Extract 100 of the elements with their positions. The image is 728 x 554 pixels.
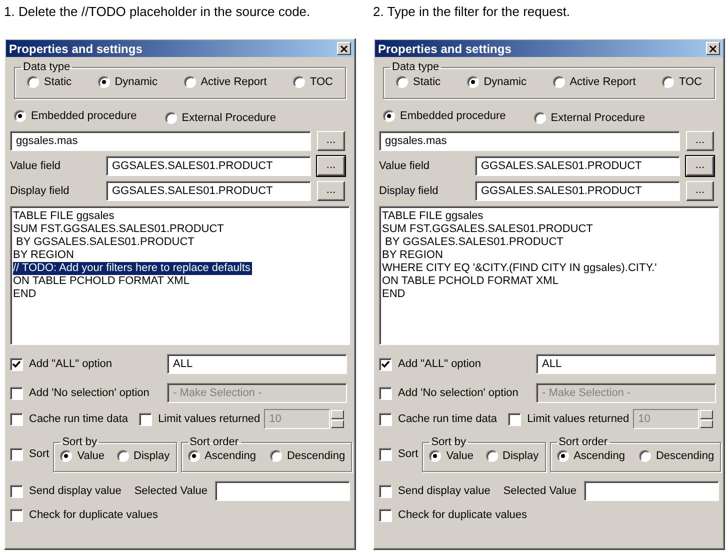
code-line: ON TABLE PCHOLD FORMAT XML <box>382 275 560 288</box>
browse-button[interactable]: ... <box>317 156 345 176</box>
close-button[interactable] <box>337 42 351 55</box>
checkbox[interactable] <box>379 448 392 460</box>
checkbox[interactable] <box>379 484 392 498</box>
radio-label: Value <box>446 450 474 462</box>
checkbox[interactable] <box>10 508 23 522</box>
code-editor[interactable]: TABLE FILE ggsales SUM FST.GGSALES.SALES01.PRODUCT BY GGSALES.SALES01.PRODUCT BY REGION WHERE CITY EQ '&CITY.(FIND CITY IN ggsales).CITY.' ON TABLE PCHOLD FORMAT XML END <box>379 206 719 345</box>
checkbox-label: Send display value <box>398 485 490 497</box>
checkbox-label: Add 'No selection' option <box>398 387 518 399</box>
field-label: Value field <box>379 160 431 172</box>
close-icon[interactable] <box>709 44 717 52</box>
radio-label: Value <box>77 450 105 462</box>
close-button[interactable] <box>706 42 720 55</box>
radio-button[interactable] <box>98 76 110 88</box>
radio-button[interactable] <box>184 76 196 88</box>
code-line: BY REGION <box>13 249 75 262</box>
radio-label: Descending <box>286 450 346 462</box>
radio-button[interactable] <box>429 450 442 462</box>
browse-button[interactable]: ... <box>686 131 714 151</box>
checkbox-label: Cache run time data <box>29 413 128 425</box>
text-field[interactable]: GGSALES.SALES01.PRODUCT <box>475 181 680 201</box>
text-field[interactable]: GGSALES.SALES01.PRODUCT <box>106 181 311 201</box>
checkbox[interactable] <box>10 386 23 400</box>
checkbox[interactable] <box>379 358 392 370</box>
radio-button[interactable] <box>14 110 26 122</box>
master-file-field[interactable]: ggsales.mas <box>10 131 311 151</box>
radio-button[interactable] <box>638 450 651 462</box>
checkbox[interactable] <box>508 412 522 426</box>
text-field[interactable]: ALL <box>536 354 716 374</box>
checkbox[interactable] <box>379 412 392 426</box>
radio-label: Active Report <box>570 76 636 88</box>
group-label: Sort order <box>188 436 240 448</box>
radio-button[interactable] <box>270 450 282 462</box>
radio-button[interactable] <box>188 450 200 462</box>
radio-button[interactable] <box>552 76 565 88</box>
radio-button[interactable] <box>534 112 546 124</box>
radio-button[interactable] <box>27 76 39 88</box>
radio-button[interactable] <box>60 450 72 462</box>
master-file-field[interactable]: ggsales.mas <box>379 131 680 151</box>
group-label: Sort by <box>61 436 98 448</box>
radio-label: Dynamic <box>114 76 158 88</box>
text-field[interactable] <box>214 481 350 501</box>
checkbox-label: Add "ALL" option <box>29 358 112 370</box>
radio-button[interactable] <box>383 110 395 122</box>
code-editor[interactable]: TABLE FILE ggsales SUM FST.GGSALES.SALES01.PRODUCT BY GGSALES.SALES01.PRODUCT BY REGION // TODO: Add your filters here to replace defaults ON TABLE PCHOLD FORMAT XML END <box>10 206 350 345</box>
checkbox[interactable] <box>379 386 392 400</box>
code-line: BY REGION <box>382 249 444 262</box>
radio-button[interactable] <box>292 76 305 88</box>
radio-label: Dynamic <box>484 76 527 88</box>
radio-label: Ascending <box>204 450 256 462</box>
browse-button[interactable]: ... <box>317 181 345 201</box>
radio-button[interactable] <box>164 112 177 124</box>
close-icon[interactable] <box>340 44 348 52</box>
text-field[interactable]: ALL <box>167 354 347 374</box>
field-label: Selected Value <box>503 485 577 497</box>
text-field[interactable] <box>584 481 719 501</box>
checkbox-label: Cache run time data <box>398 413 498 425</box>
radio-label: Active Report <box>200 76 267 88</box>
code-line: TABLE FILE ggsales <box>382 210 484 223</box>
browse-button[interactable]: ... <box>317 131 345 151</box>
radio-label: Descending <box>656 450 714 462</box>
checkbox-label: Check for duplicate values <box>29 509 158 521</box>
checkbox[interactable] <box>139 412 152 426</box>
checkbox[interactable] <box>10 358 23 370</box>
step-caption: 2. Type in the filter for the request. <box>373 3 572 21</box>
spinner-arrows-icon[interactable] <box>331 410 344 428</box>
spinner-arrows-icon[interactable] <box>700 410 714 428</box>
browse-button[interactable]: ... <box>686 181 714 201</box>
checkbox[interactable] <box>10 484 23 498</box>
code-line: END <box>382 288 406 301</box>
text-field[interactable]: GGSALES.SALES01.PRODUCT <box>475 156 680 176</box>
checkbox-label: Add 'No selection' option <box>29 387 150 399</box>
text-field[interactable]: GGSALES.SALES01.PRODUCT <box>106 156 311 176</box>
code-line: END <box>13 288 38 301</box>
radio-label: TOC <box>310 76 333 88</box>
checkbox[interactable] <box>10 412 23 426</box>
checkbox[interactable] <box>379 508 392 522</box>
checkbox-label: Limit values returned <box>158 413 260 425</box>
radio-label: Embedded procedure <box>400 110 506 122</box>
browse-button[interactable]: ... <box>686 156 714 176</box>
checkbox[interactable] <box>10 448 23 460</box>
code-line: TABLE FILE ggsales <box>13 210 116 223</box>
group-label: Sort order <box>558 436 609 448</box>
step-caption: 1. Delete the //TODO placeholder in the source code. <box>4 3 312 21</box>
radio-label: Display <box>502 450 539 462</box>
code-line: ON TABLE PCHOLD FORMAT XML <box>13 275 190 288</box>
radio-button[interactable] <box>662 76 674 88</box>
radio-label: Display <box>134 450 170 462</box>
radio-button[interactable] <box>116 450 129 462</box>
group-label: Data type <box>22 61 72 73</box>
radio-button[interactable] <box>466 76 479 88</box>
radio-button[interactable] <box>486 450 498 462</box>
radio-label: Static <box>413 76 441 88</box>
checkbox-label: Limit values returned <box>527 413 630 425</box>
window-title: Properties and settings <box>378 42 512 56</box>
radio-button[interactable] <box>556 450 569 462</box>
code-line: BY GGSALES.SALES01.PRODUCT <box>15 236 196 249</box>
radio-label: Embedded procedure <box>31 110 137 122</box>
radio-button[interactable] <box>396 76 408 88</box>
